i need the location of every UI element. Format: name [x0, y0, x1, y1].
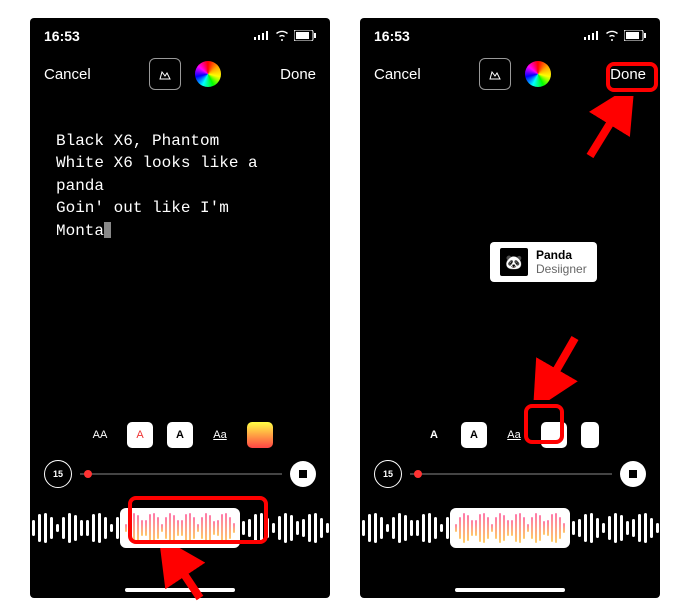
- cancel-button[interactable]: Cancel: [44, 66, 91, 83]
- style-option-bold[interactable]: A: [421, 422, 447, 448]
- style-option-typewriter[interactable]: AA: [87, 422, 113, 448]
- home-indicator: [125, 588, 235, 592]
- style-option-boxed[interactable]: [247, 422, 273, 448]
- top-toolbar: Cancel Done: [360, 48, 660, 100]
- sticker-icon[interactable]: [149, 58, 181, 90]
- waveform[interactable]: [360, 506, 660, 550]
- playhead-dot[interactable]: [414, 470, 422, 478]
- timeline-row: 15: [30, 460, 330, 488]
- clock: 16:53: [44, 28, 80, 44]
- home-indicator: [455, 588, 565, 592]
- battery-icon: [624, 28, 646, 44]
- duration-badge[interactable]: 15: [374, 460, 402, 488]
- phone-screen-left: 16:53 Cancel Done: [30, 18, 330, 598]
- style-option-bold[interactable]: A: [167, 422, 193, 448]
- style-option-underline[interactable]: Aa: [501, 422, 527, 448]
- status-bar: 16:53: [30, 18, 330, 48]
- color-picker-icon[interactable]: [525, 61, 551, 87]
- waveform-clip[interactable]: [120, 508, 240, 548]
- style-option-end[interactable]: [581, 422, 599, 448]
- album-art-icon: 🐼: [500, 248, 528, 276]
- wifi-icon: [274, 28, 290, 44]
- battery-icon: [294, 28, 316, 44]
- color-picker-icon[interactable]: [195, 61, 221, 87]
- status-icons: [584, 28, 646, 44]
- status-bar: 16:53: [360, 18, 660, 48]
- done-button[interactable]: Done: [610, 66, 646, 83]
- signal-icon: [584, 30, 600, 43]
- top-toolbar: Cancel Done: [30, 48, 330, 100]
- waveform-clip[interactable]: [450, 508, 570, 548]
- playhead-dot[interactable]: [84, 470, 92, 478]
- status-icons: [254, 28, 316, 44]
- lyrics-text[interactable]: Black X6, Phantom White X6 looks like a …: [30, 100, 330, 272]
- done-button[interactable]: Done: [280, 66, 316, 83]
- music-title: Panda: [536, 248, 587, 262]
- phone-screen-right: 16:53 Cancel Done: [360, 18, 660, 598]
- wifi-icon: [604, 28, 620, 44]
- lyric-style-row: A A Aa: [360, 422, 660, 448]
- signal-icon: [254, 30, 270, 43]
- cancel-button[interactable]: Cancel: [374, 66, 421, 83]
- stop-button[interactable]: [290, 461, 316, 487]
- style-option-underline[interactable]: Aa: [207, 422, 233, 448]
- style-option-selected[interactable]: A: [127, 422, 153, 448]
- clock: 16:53: [374, 28, 410, 44]
- stop-button[interactable]: [620, 461, 646, 487]
- timeline-track[interactable]: [80, 473, 282, 475]
- text-cursor: [104, 222, 111, 238]
- lyric-style-row: AA A A Aa: [30, 422, 330, 448]
- style-option-cover-selected[interactable]: [541, 422, 567, 448]
- sticker-icon[interactable]: [479, 58, 511, 90]
- music-sticker[interactable]: 🐼 Panda Desiigner: [490, 242, 597, 282]
- music-artist: Desiigner: [536, 262, 587, 276]
- timeline-track[interactable]: [410, 473, 612, 475]
- style-option-boxed[interactable]: A: [461, 422, 487, 448]
- waveform[interactable]: [30, 506, 330, 550]
- duration-badge[interactable]: 15: [44, 460, 72, 488]
- timeline-row: 15: [360, 460, 660, 488]
